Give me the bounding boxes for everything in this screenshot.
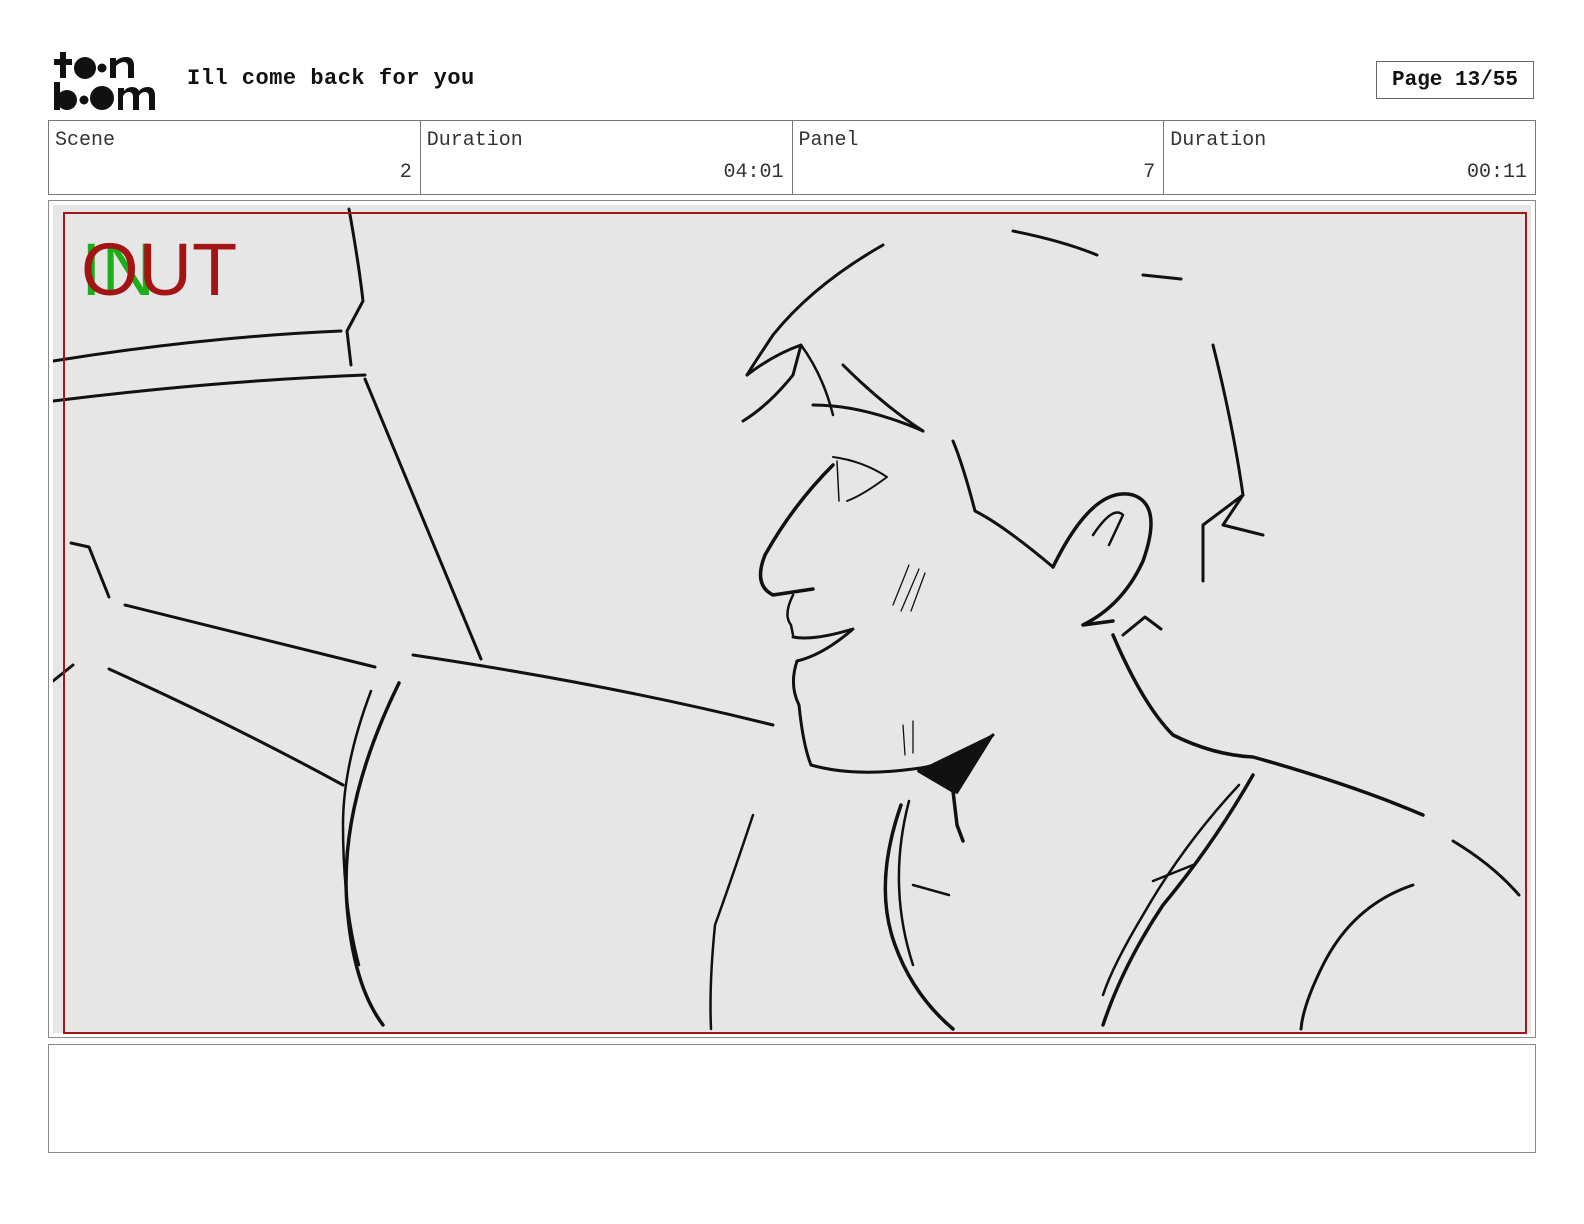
storyboard-panel: IN OUT <box>48 200 1536 1038</box>
panel-value: 7 <box>1143 161 1156 184</box>
panel-duration-cell: Duration 00:11 <box>1164 121 1535 194</box>
scene-info-table: Scene 2 Duration 04:01 Panel 7 Duration … <box>48 120 1536 195</box>
panel-duration-value: 00:11 <box>1466 161 1527 184</box>
panel-sketch-area: IN OUT <box>53 205 1531 1034</box>
sketch-drawing <box>53 207 1521 1031</box>
scene-duration-value: 04:01 <box>723 161 784 184</box>
panel-duration-label: Duration <box>1170 129 1267 152</box>
toon-boom-logo <box>52 50 164 112</box>
scene-value: 2 <box>399 161 412 184</box>
panel-notes-box <box>48 1044 1536 1153</box>
project-title: Ill come back for you <box>187 66 475 91</box>
scene-duration-cell: Duration 04:01 <box>421 121 793 194</box>
in-out-marker: IN OUT <box>81 233 281 313</box>
panel-cell: Panel 7 <box>793 121 1165 194</box>
out-marker-label: OUT <box>81 228 238 311</box>
scene-label: Scene <box>55 129 116 152</box>
page-indicator: Page 13/55 <box>1376 61 1534 99</box>
panel-label: Panel <box>798 129 859 152</box>
scene-cell: Scene 2 <box>49 121 421 194</box>
scene-duration-label: Duration <box>426 129 523 152</box>
